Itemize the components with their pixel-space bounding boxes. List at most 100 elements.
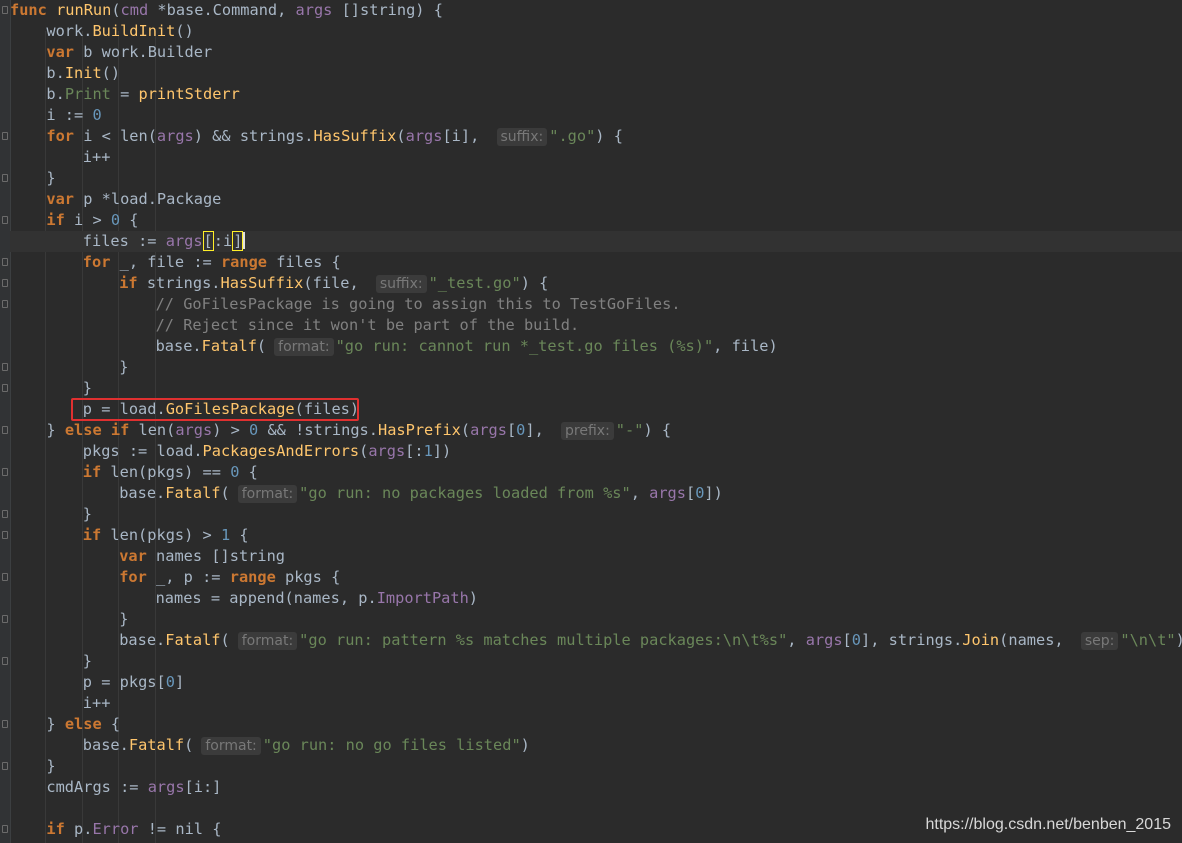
code-line[interactable]: for _, file := range files {	[2, 252, 1182, 273]
code-line[interactable]: i := 0	[10, 105, 1182, 126]
code-line[interactable]: i++	[10, 693, 1182, 714]
code-token: file	[147, 253, 185, 271]
code-token: for	[119, 568, 147, 586]
code-line[interactable]: // Reject since it won't be part of the …	[10, 315, 1182, 336]
fold-marker-icon[interactable]	[2, 426, 8, 434]
code-token: :i	[213, 232, 233, 250]
code-token: }	[82, 379, 93, 397]
code-token: i >	[64, 211, 111, 229]
code-token: else if	[64, 421, 130, 439]
fold-marker-icon[interactable]	[2, 132, 8, 140]
fold-marker-icon[interactable]	[2, 468, 8, 476]
fold-marker-icon[interactable]	[2, 174, 8, 182]
code-token: printStderr	[138, 85, 240, 103]
code-token: 0	[165, 673, 175, 691]
code-token: Fatalf	[128, 736, 185, 754]
fold-marker-icon[interactable]	[2, 531, 8, 539]
code-line[interactable]: b.Print = printStderr	[10, 84, 1182, 105]
code-token: (	[999, 631, 1009, 649]
code-line[interactable]: }	[2, 609, 1182, 630]
code-line[interactable]: } else if len(args) > 0 && !strings.HasP…	[2, 420, 1182, 441]
code-token: ,	[787, 631, 806, 649]
code-line[interactable]: if len(pkgs) == 0 {	[2, 462, 1182, 483]
code-line[interactable]: cmdArgs := args[i:]	[10, 777, 1182, 798]
fold-marker-icon[interactable]	[2, 510, 8, 518]
code-line[interactable]: for _, p := range pkgs {	[2, 567, 1182, 588]
code-token: runRun	[56, 1, 112, 19]
code-line[interactable]: }	[2, 357, 1182, 378]
code-token: 0	[92, 106, 102, 124]
fold-marker-icon[interactable]	[2, 384, 8, 392]
code-token: [i],	[442, 127, 489, 145]
code-token: }	[46, 169, 56, 187]
code-line[interactable]: if strings.HasSuffix(file, suffix: "_test…	[2, 273, 1182, 294]
code-token: len(	[101, 526, 148, 544]
code-line[interactable]: }	[2, 756, 1182, 777]
fold-marker-icon[interactable]	[2, 573, 8, 581]
code-line[interactable]: } else {	[2, 714, 1182, 735]
text-cursor	[243, 232, 246, 249]
code-token: Print	[64, 85, 111, 103]
code-token: (	[256, 337, 267, 355]
code-area[interactable]: func runRun(cmd *base.Command, args []st…	[2, 0, 1182, 843]
code-token: [	[842, 631, 852, 649]
code-line[interactable]: }	[2, 504, 1182, 525]
code-line[interactable]: base.Fatalf(format: "go run: pattern %s m…	[10, 630, 1182, 651]
fold-marker-icon[interactable]	[2, 825, 8, 833]
fold-marker-icon[interactable]	[2, 720, 8, 728]
code-line[interactable]: // GoFilesPackage is going to assign thi…	[2, 294, 1182, 315]
code-line[interactable]: pkgs := load.PackagesAndErrors(args[:1])	[10, 441, 1182, 462]
code-token: files	[276, 253, 323, 271]
code-line[interactable]: base.Fatalf(format: "go run: no packages …	[10, 483, 1182, 504]
code-token: len(	[129, 421, 176, 439]
code-line[interactable]: base.Fatalf(format: "go run: cannot run *…	[10, 336, 1182, 357]
fold-marker-icon[interactable]	[2, 762, 8, 770]
code-line[interactable]: b.Init()	[10, 63, 1182, 84]
code-token: (	[184, 736, 194, 754]
code-token: [	[156, 673, 166, 691]
code-token: ()	[101, 64, 121, 82]
code-token: pkgs	[285, 568, 322, 586]
code-line[interactable]: var b work.Builder	[10, 42, 1182, 63]
fold-marker-icon[interactable]	[2, 6, 8, 14]
fold-marker-icon[interactable]	[2, 216, 8, 224]
code-token: for	[46, 127, 75, 145]
code-line[interactable]: i++	[10, 147, 1182, 168]
code-token: 0	[516, 421, 526, 439]
fold-marker-icon[interactable]	[2, 279, 8, 287]
code-line[interactable]: if len(pkgs) > 1 {	[2, 525, 1182, 546]
code-token: }	[82, 652, 93, 670]
code-line[interactable]: }	[2, 168, 1182, 189]
code-token: p *load.	[74, 190, 157, 208]
code-line[interactable]: var p *load.Package	[10, 189, 1182, 210]
code-line[interactable]: files := args[:i]	[10, 231, 1182, 252]
code-token: base.	[119, 631, 166, 649]
fold-marker-icon[interactable]	[2, 615, 8, 623]
code-token: ], strings.	[860, 631, 963, 649]
code-token: )	[768, 337, 778, 355]
code-token: ,	[339, 589, 359, 607]
fold-marker-icon[interactable]	[2, 258, 8, 266]
code-line[interactable]: p = pkgs[0]	[10, 672, 1182, 693]
code-line[interactable]: names = append(names, p.ImportPath)	[10, 588, 1182, 609]
code-token: "go run: no go files listed"	[262, 736, 521, 754]
code-token: ".go"	[549, 127, 596, 145]
code-line[interactable]: }	[2, 651, 1182, 672]
code-token: var	[46, 43, 75, 61]
code-token: args	[295, 1, 333, 19]
fold-marker-icon[interactable]	[2, 363, 8, 371]
code-line[interactable]: if i > 0 {	[2, 210, 1182, 231]
code-line[interactable]: base.Fatalf(format: "go run: no go files …	[10, 735, 1182, 756]
code-token: ])	[432, 442, 452, 460]
fold-marker-icon[interactable]	[2, 657, 8, 665]
fold-marker-icon[interactable]	[2, 300, 8, 308]
code-editor[interactable]: func runRun(cmd *base.Command, args []st…	[0, 0, 1182, 843]
code-line[interactable]: for i < len(args) && strings.HasSuffix(a…	[2, 126, 1182, 147]
code-line[interactable]: func runRun(cmd *base.Command, args []st…	[2, 0, 1182, 21]
code-line[interactable]: work.BuildInit()	[10, 21, 1182, 42]
code-token: :=	[128, 232, 166, 250]
code-line[interactable]: var names []string	[10, 546, 1182, 567]
code-token: b.	[46, 64, 65, 82]
code-token: var	[119, 547, 147, 565]
code-line[interactable]: }	[2, 378, 1182, 399]
